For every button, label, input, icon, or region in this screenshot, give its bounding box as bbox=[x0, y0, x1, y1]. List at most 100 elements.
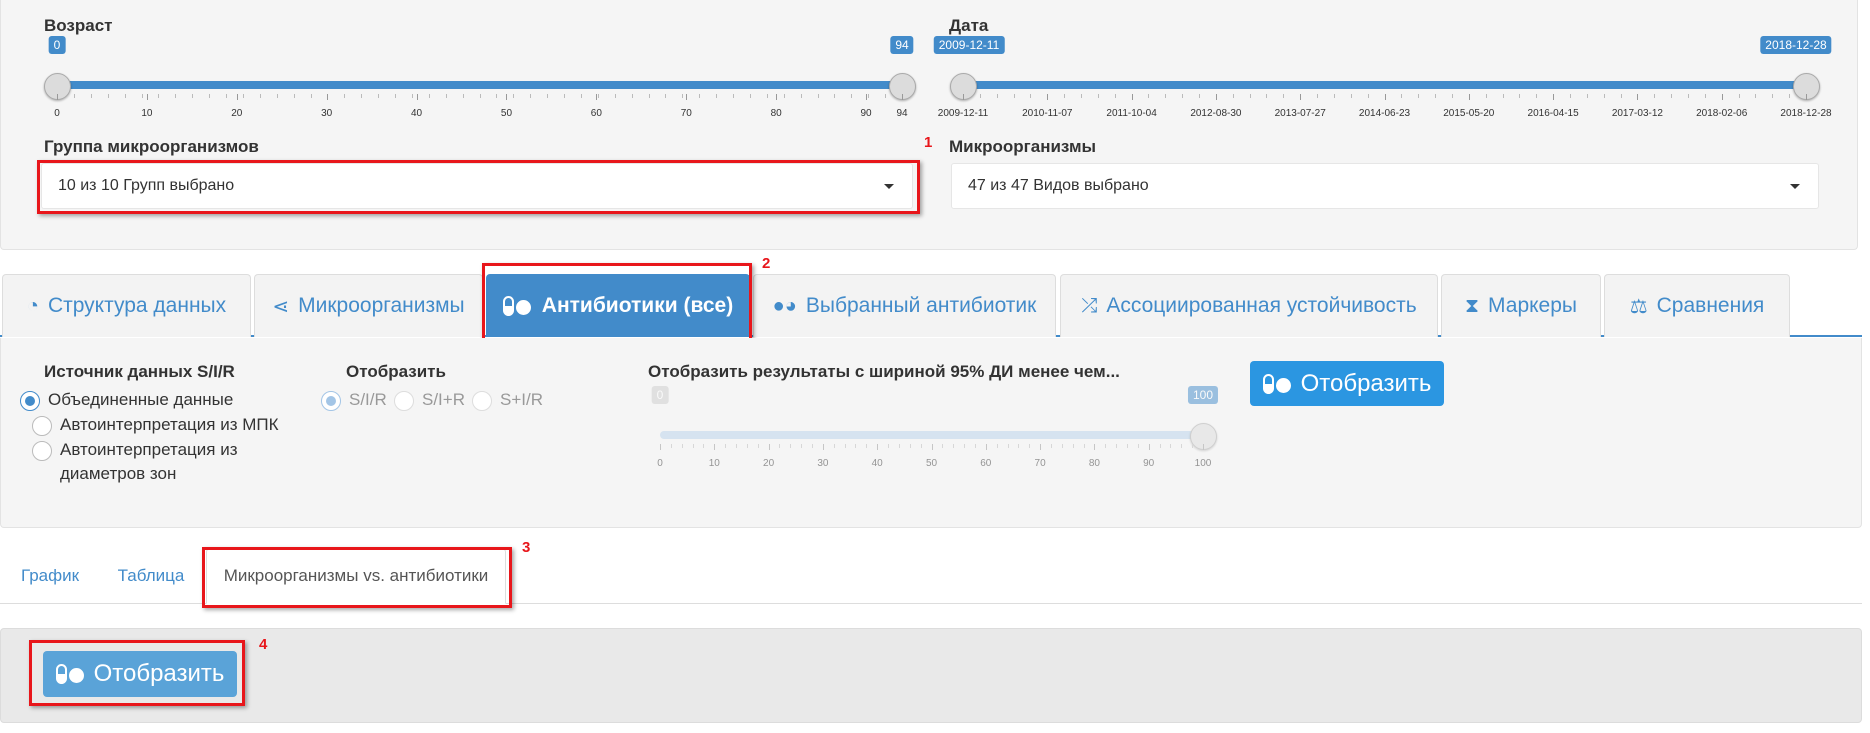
slider-minor-tick bbox=[1249, 94, 1251, 98]
tab-table[interactable]: Таблица bbox=[105, 548, 197, 604]
slider-tick-label: 2009-12-11 bbox=[937, 108, 989, 119]
ci-slider-track[interactable] bbox=[660, 431, 1203, 439]
tab-label: Ассоциированная устойчивость bbox=[1106, 294, 1417, 317]
slider-minor-tick bbox=[1418, 94, 1420, 98]
age-label: Возраст bbox=[44, 16, 113, 35]
chevron-down-icon bbox=[884, 184, 894, 189]
slider-minor-tick bbox=[209, 94, 211, 98]
slider-minor-tick bbox=[141, 94, 143, 98]
slider-minor-tick bbox=[1687, 94, 1689, 98]
slider-major-tick bbox=[146, 94, 148, 100]
tab-selected-antibiotic[interactable]: ●◕ Выбранный антибиотик bbox=[753, 274, 1056, 337]
radio-sir[interactable]: S/I/R bbox=[321, 388, 387, 412]
slider-major-tick bbox=[768, 444, 770, 450]
slider-minor-tick bbox=[614, 94, 616, 98]
tab-microbes[interactable]: ⋖ Микроорганизмы bbox=[254, 274, 483, 337]
slider-minor-tick bbox=[1192, 444, 1194, 448]
radio-combined-data[interactable]: Объединенные данные bbox=[20, 388, 233, 412]
slider-minor-tick bbox=[736, 444, 738, 448]
slider-minor-tick bbox=[1072, 444, 1074, 448]
slider-minor-tick bbox=[226, 94, 227, 98]
tab-label: Микроорганизмы vs. антибиотики bbox=[223, 566, 489, 585]
annotation-number-2: 2 bbox=[762, 255, 771, 272]
tab-data-structure[interactable]: ◔ Структура данных bbox=[2, 274, 251, 337]
slider-minor-tick bbox=[496, 94, 498, 98]
slider-minor-tick bbox=[885, 94, 887, 98]
slider-minor-tick bbox=[1266, 94, 1268, 98]
slider-tick-label: 2016-04-15 bbox=[1527, 108, 1579, 119]
dna-icon: ⧗ bbox=[1464, 294, 1480, 317]
pie-chart-icon: ◔ bbox=[26, 294, 39, 317]
slider-minor-tick bbox=[1536, 94, 1538, 98]
tab-microbes-vs-antibiotics[interactable]: Микроорганизмы vs. антибиотики bbox=[206, 548, 506, 604]
radio-si-r[interactable]: S+I/R bbox=[472, 388, 543, 412]
slider-major-tick bbox=[963, 94, 964, 100]
radio-dot[interactable] bbox=[321, 391, 341, 411]
slider-major-tick bbox=[1806, 94, 1807, 100]
slider-minor-tick bbox=[547, 94, 549, 98]
slider-minor-tick bbox=[1030, 94, 1032, 98]
microbes-select[interactable]: 47 из 47 Видов выбрано bbox=[951, 163, 1819, 209]
slider-minor-tick bbox=[953, 444, 955, 448]
slider-minor-tick bbox=[716, 94, 718, 98]
slider-tick-label: 10 bbox=[708, 458, 720, 469]
date-slider[interactable]: 2009-12-11 2018-12-28 2009-12-11 2010-11-… bbox=[933, 36, 1832, 136]
ci-slider[interactable]: 0 100 0 10 20 30 40 50 60 70 80 90 100 bbox=[651, 386, 1219, 486]
radio-auto-zones[interactable]: Автоинтерпретация из диаметров зон bbox=[32, 438, 238, 486]
radio-dot[interactable] bbox=[32, 441, 52, 461]
radio-dot[interactable] bbox=[20, 391, 40, 411]
slider-major-tick bbox=[57, 94, 58, 100]
microbes-value: 47 из 47 Видов выбрано bbox=[968, 177, 1149, 194]
slider-minor-tick bbox=[1283, 94, 1285, 98]
slider-major-tick bbox=[1721, 94, 1723, 100]
tab-associated-resistance[interactable]: ⤮ Ассоциированная устойчивость bbox=[1060, 274, 1438, 337]
slider-tick-label: 70 bbox=[1034, 458, 1046, 469]
date-ticks: 2009-12-11 2010-11-07 2011-10-04 2012-08-30… bbox=[938, 94, 1832, 119]
radio-s-ir[interactable]: S/I+R bbox=[394, 388, 465, 412]
slider-minor-tick bbox=[725, 444, 727, 448]
slider-minor-tick bbox=[1485, 94, 1487, 98]
radio-dot[interactable] bbox=[394, 391, 414, 411]
slider-minor-tick bbox=[1317, 94, 1319, 98]
tab-comparisons[interactable]: ⚖ Сравнения bbox=[1604, 274, 1790, 337]
radio-dot[interactable] bbox=[32, 416, 52, 436]
slider-minor-tick bbox=[1114, 94, 1116, 98]
tab-antibiotics-all[interactable]: Антибиотики (все) bbox=[486, 274, 750, 337]
radio-auto-mic[interactable]: Автоинтерпретация из МПК bbox=[32, 413, 279, 437]
slider-tick-label: 0 bbox=[54, 108, 60, 119]
slider-major-tick bbox=[1047, 94, 1049, 100]
slider-tick-label: 80 bbox=[1088, 458, 1100, 469]
microbe-group-select[interactable]: 10 из 10 Групп выбрано bbox=[41, 163, 913, 209]
slider-tick-label: 2015-05-20 bbox=[1443, 108, 1495, 119]
slider-minor-tick bbox=[834, 94, 836, 98]
random-icon: ⤮ bbox=[1081, 294, 1098, 317]
slider-tick-label: 10 bbox=[141, 108, 153, 119]
slider-minor-tick bbox=[597, 94, 599, 98]
slider-minor-tick bbox=[428, 94, 430, 98]
show-button-label: Отобразить bbox=[1300, 369, 1432, 397]
radio-label-line-1: Автоинтерпретация из bbox=[60, 440, 238, 459]
slider-minor-tick bbox=[920, 444, 922, 448]
slider-minor-tick bbox=[703, 444, 705, 448]
slider-minor-tick bbox=[974, 444, 976, 448]
slider-minor-tick bbox=[158, 94, 160, 98]
slider-minor-tick bbox=[1789, 94, 1791, 98]
show-button[interactable]: Отобразить bbox=[1250, 361, 1444, 406]
slider-minor-tick bbox=[378, 94, 380, 98]
tab-markers[interactable]: ⧗ Маркеры bbox=[1441, 274, 1601, 337]
slider-minor-tick bbox=[192, 94, 194, 98]
slider-major-tick bbox=[1040, 444, 1042, 450]
show-results-button[interactable]: Отобразить bbox=[43, 651, 237, 697]
annotation-number-3: 3 bbox=[522, 539, 531, 556]
tab-label: Структура данных bbox=[47, 294, 227, 317]
slider-minor-tick bbox=[909, 444, 911, 448]
slider-minor-tick bbox=[1165, 94, 1167, 98]
slider-minor-tick bbox=[783, 94, 785, 98]
age-slider[interactable]: 0 94 0 10 20 30 40 50 60 70 80 90 94 bbox=[44, 36, 916, 136]
radio-dot[interactable] bbox=[472, 391, 492, 411]
slider-minor-tick bbox=[124, 94, 126, 98]
slider-minor-tick bbox=[107, 94, 109, 98]
tab-chart[interactable]: График bbox=[4, 548, 96, 604]
date-from-tag: 2009-12-11 bbox=[933, 36, 1005, 54]
slider-major-tick bbox=[877, 444, 879, 450]
